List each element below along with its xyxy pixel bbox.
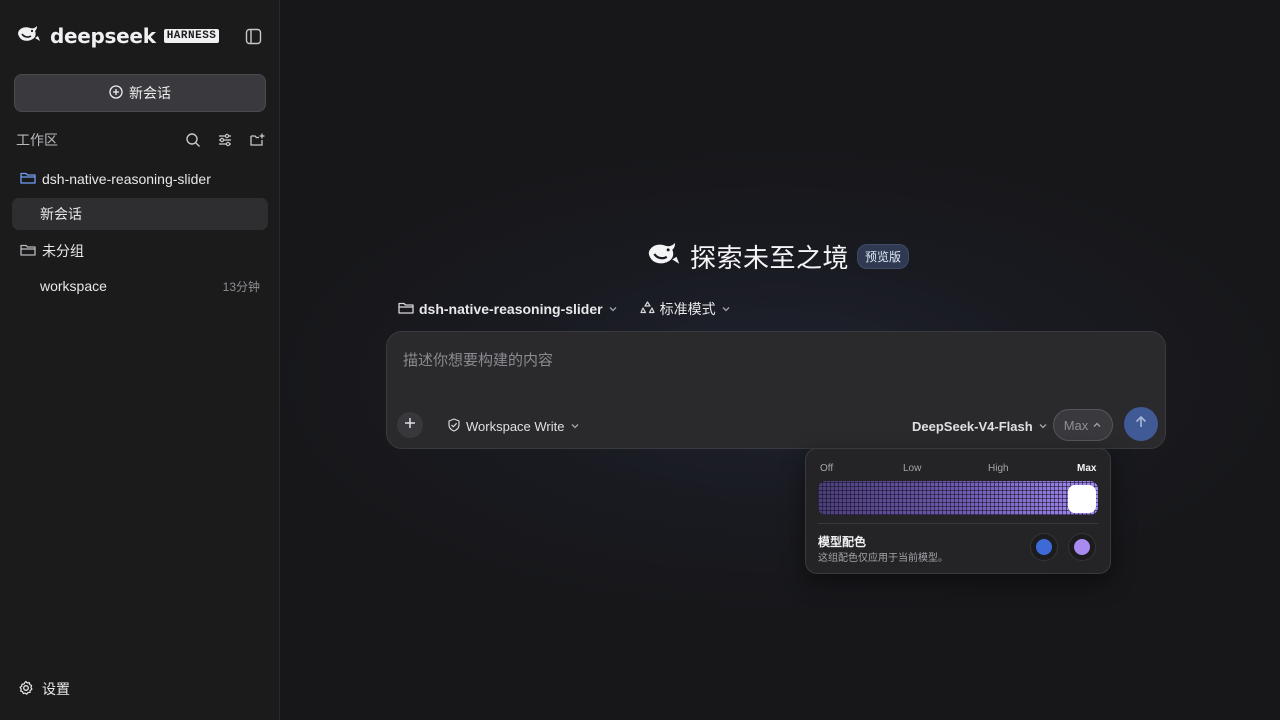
workspace-header: 工作区 <box>16 130 266 150</box>
level-high[interactable]: High <box>988 463 1009 474</box>
project-selector[interactable]: dsh-native-reasoning-slider <box>398 301 618 318</box>
prompt-input[interactable] <box>403 348 1143 372</box>
mode-selector-label: 标准模式 <box>659 301 716 317</box>
project-selector-label: dsh-native-reasoning-slider <box>419 301 603 317</box>
ungrouped-folder[interactable]: 未分组 <box>20 240 84 262</box>
chevron-down-icon <box>570 419 580 434</box>
ungrouped-folder-label: 未分组 <box>42 243 84 259</box>
gear-icon <box>18 680 34 699</box>
level-off[interactable]: Off <box>820 463 833 474</box>
session-item-new[interactable]: 新会话 <box>12 198 268 230</box>
search-icon[interactable] <box>184 131 202 149</box>
model-label: DeepSeek-V4-Flash <box>912 418 1033 434</box>
model-selector[interactable]: DeepSeek-V4-Flash <box>912 416 1048 436</box>
new-chat-button[interactable]: 新会话 <box>14 74 266 112</box>
whale-logo-icon <box>646 240 682 273</box>
new-folder-icon[interactable] <box>248 131 266 149</box>
recycle-mode-icon <box>639 300 655 318</box>
arrow-up-icon <box>1134 415 1148 434</box>
shield-check-icon <box>447 417 461 435</box>
plus-icon <box>404 416 416 434</box>
effort-label: Max <box>1063 417 1089 433</box>
reasoning-slider-thumb[interactable] <box>1068 485 1096 513</box>
sidebar-toggle-icon[interactable] <box>244 27 262 45</box>
project-folder[interactable]: dsh-native-reasoning-slider <box>20 168 211 190</box>
divider <box>818 523 1098 524</box>
chevron-up-icon <box>1092 418 1102 433</box>
session-time: 13分钟 <box>222 279 260 294</box>
chevron-down-icon <box>721 301 731 317</box>
workspace-title: 工作区 <box>16 132 58 148</box>
reasoning-level-labels: Off Low High Max <box>820 463 1098 475</box>
brand-wordmark: deepseek <box>50 24 156 48</box>
send-button[interactable] <box>1124 407 1158 441</box>
reasoning-slider-track[interactable] <box>818 481 1098 515</box>
color-swatch-blue[interactable] <box>1030 533 1058 561</box>
permission-selector[interactable]: Workspace Write <box>447 416 580 436</box>
brand-tag: HARNESS <box>163 29 220 43</box>
level-low[interactable]: Low <box>903 463 921 474</box>
new-chat-label: 新会话 <box>129 85 171 101</box>
settings-button[interactable]: 设置 <box>18 679 70 699</box>
folder-icon <box>20 171 36 188</box>
folder-icon <box>20 243 36 260</box>
preview-badge: 预览版 <box>857 243 910 269</box>
hero-heading: 探索未至之境 预览版 <box>646 238 910 274</box>
mode-selector[interactable]: 标准模式 <box>639 299 731 319</box>
plus-circle-icon <box>109 84 123 102</box>
session-label: workspace <box>40 278 107 294</box>
settings-label: 设置 <box>42 681 70 697</box>
session-label: 新会话 <box>40 206 82 222</box>
brand-logo[interactable]: deepseek HARNESS <box>16 24 220 49</box>
whale-logo-icon <box>16 24 42 49</box>
reasoning-popover: Off Low High Max 模型配色 这组配色仅应用于当前模型。 <box>805 448 1111 574</box>
color-swatch-purple[interactable] <box>1068 533 1096 561</box>
model-color-title: 模型配色 <box>818 535 867 549</box>
chevron-down-icon <box>1038 419 1048 434</box>
permission-label: Workspace Write <box>466 418 565 434</box>
model-color-description: 这组配色仅应用于当前模型。 <box>818 553 948 564</box>
composer: Workspace Write DeepSeek-V4-Flash Max <box>386 331 1166 449</box>
attach-button[interactable] <box>397 412 423 438</box>
hero-title: 探索未至之境 <box>690 242 850 273</box>
session-item-workspace[interactable]: workspace 13分钟 <box>12 270 268 302</box>
filter-sliders-icon[interactable] <box>216 131 234 149</box>
chevron-down-icon <box>608 301 618 317</box>
project-folder-label: dsh-native-reasoning-slider <box>42 171 211 187</box>
main-panel: 探索未至之境 预览版 dsh-native-reasoning-slider 标… <box>280 0 1280 720</box>
folder-icon <box>398 301 414 318</box>
context-selectors: dsh-native-reasoning-slider 标准模式 <box>398 298 731 320</box>
sidebar: deepseek HARNESS 新会话 工作区 dsh-native-reas… <box>0 0 280 720</box>
swatch-dot <box>1074 539 1090 555</box>
level-max[interactable]: Max <box>1077 463 1096 474</box>
reasoning-effort-button[interactable]: Max <box>1053 409 1113 441</box>
swatch-dot <box>1036 539 1052 555</box>
